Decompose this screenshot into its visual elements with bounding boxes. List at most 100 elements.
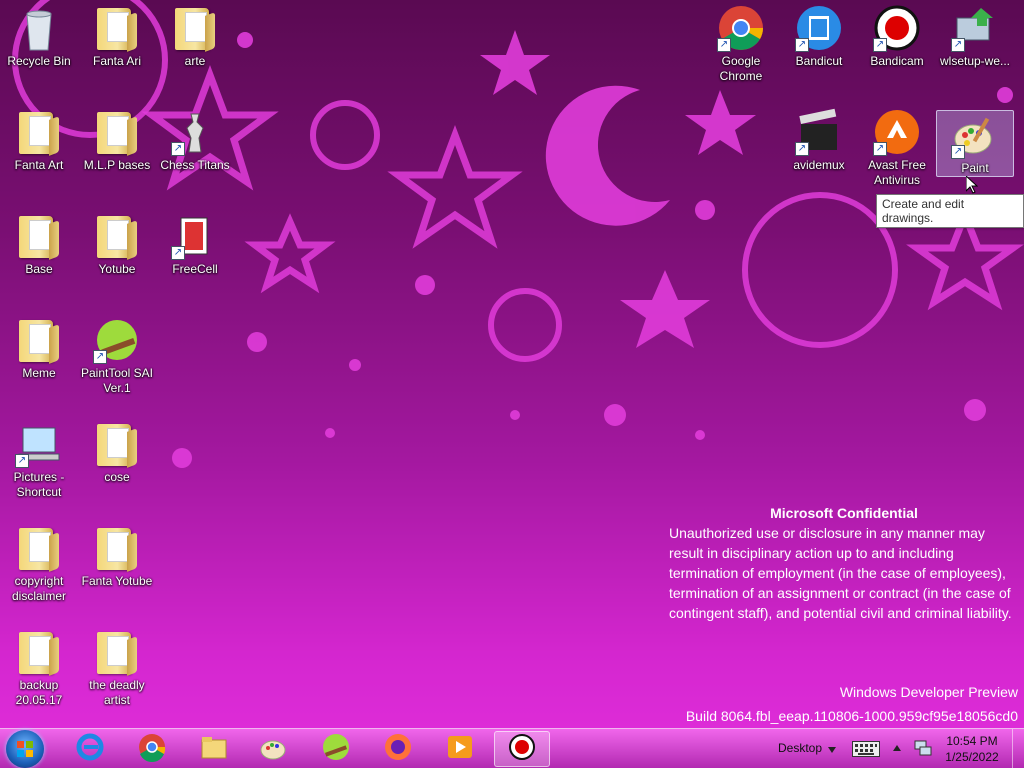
folder-icon — [93, 212, 141, 260]
desktop-icon-m-l-p-bases[interactable]: M.L.P bases — [78, 108, 156, 173]
desktop-icon-cose[interactable]: cose — [78, 420, 156, 485]
desktop-icon-yotube[interactable]: Yotube — [78, 212, 156, 277]
paint-palette-icon: ↗ — [951, 111, 999, 159]
taskbar-button-painttool-sai[interactable] — [308, 731, 364, 767]
desktop-toolbar-label[interactable]: Desktop — [778, 741, 822, 755]
desktop-icon-label: Meme — [22, 366, 56, 380]
shortcut-arrow-icon: ↗ — [873, 38, 887, 52]
painttool-sai-icon: ↗ — [93, 316, 141, 364]
mouse-cursor-icon — [966, 176, 978, 194]
folder-icon — [15, 108, 63, 156]
shortcut-arrow-icon: ↗ — [15, 454, 29, 468]
network-icon[interactable] — [914, 739, 932, 757]
confidential-body: Unauthorized use or disclosure in any ma… — [669, 525, 1012, 621]
desktop-icon-label: Fanta Ari — [92, 54, 142, 68]
desktop-icon-label: the deadly artist — [89, 678, 145, 707]
desktop-icon-freecell[interactable]: ↗ FreeCell — [156, 212, 234, 277]
chrome-icon: ↗ — [717, 4, 765, 52]
desktop-icon-label: avidemux — [793, 158, 845, 172]
desktop-icon-fanta-ari[interactable]: Fanta Ari — [78, 4, 156, 69]
folder-icon — [171, 4, 219, 52]
desktop-icon-paint[interactable]: ↗ Paint — [936, 110, 1014, 177]
desktop-icon-label: Pictures - Shortcut — [13, 470, 65, 499]
desktop-icon-backup-20-05-17[interactable]: backup 20.05.17 — [0, 628, 78, 708]
folder-icon — [93, 108, 141, 156]
desktop-icon-label: Chess Titans — [160, 158, 230, 172]
taskbar: Desktop 10:54 PM 1/25/2022 — [0, 728, 1024, 768]
windows-logo-icon — [17, 741, 33, 757]
clock-date: 1/25/2022 — [945, 750, 999, 764]
desktop-icon-label: Recycle Bin — [7, 54, 71, 68]
paint-palette-icon — [259, 732, 289, 766]
pictures-shortcut-icon: ↗ — [15, 420, 63, 468]
taskbar-button-media-player[interactable] — [432, 731, 488, 767]
desktop-icon-fanta-art[interactable]: Fanta Art — [0, 108, 78, 173]
desktop-icon-base[interactable]: Base — [0, 212, 78, 277]
desktop-icon-chess-titans[interactable]: ↗ Chess Titans — [156, 108, 234, 173]
shortcut-arrow-icon: ↗ — [951, 145, 965, 159]
chess-icon: ↗ — [171, 108, 219, 156]
shortcut-arrow-icon: ↗ — [873, 142, 887, 156]
desktop-icon-wlsetup-we[interactable]: ↗ wlsetup-we... — [936, 4, 1014, 69]
desktop-icon-google-chrome[interactable]: ↗ Google Chrome — [702, 4, 780, 84]
bandicam-icon: ↗ — [873, 4, 921, 52]
confidential-title: Microsoft Confidential — [770, 505, 918, 521]
shortcut-arrow-icon: ↗ — [171, 246, 185, 260]
desktop-icon-the-deadly-artist[interactable]: the deadly artist — [78, 628, 156, 708]
cards-icon: ↗ — [171, 212, 219, 260]
taskbar-button-firefox[interactable] — [370, 731, 426, 767]
start-button[interactable] — [6, 730, 44, 768]
desktop-icon-label: Google Chrome — [719, 54, 763, 83]
desktop-icon-label: copyright disclaimer — [11, 574, 66, 603]
shortcut-arrow-icon: ↗ — [795, 142, 809, 156]
desktop-icon-pictures-shortcut[interactable]: ↗ Pictures - Shortcut — [0, 420, 78, 500]
folder-icon — [93, 628, 141, 676]
chevron-down-icon[interactable] — [828, 747, 836, 753]
desktop-icon-arte[interactable]: arte — [156, 4, 234, 69]
taskbar-button-paint-palette[interactable] — [246, 731, 302, 767]
desktop-icon-label: Base — [25, 262, 53, 276]
chevron-up-icon[interactable] — [893, 745, 901, 751]
desktop-icon-fanta-yotube[interactable]: Fanta Yotube — [78, 524, 156, 589]
folder-icon — [93, 524, 141, 572]
desktop-icon-painttool-sai-ver-1[interactable]: ↗ PaintTool SAI Ver.1 — [78, 316, 156, 396]
desktop-icon-label: backup 20.05.17 — [15, 678, 63, 707]
desktop-icon-label: Paint — [961, 161, 989, 175]
desktop-icon-avidemux[interactable]: ↗ avidemux — [780, 108, 858, 173]
desktop-icon-meme[interactable]: Meme — [0, 316, 78, 381]
clock[interactable]: 10:54 PM 1/25/2022 — [940, 733, 1004, 765]
desktop-icon-bandicam[interactable]: ↗ Bandicam — [858, 4, 936, 69]
folder-icon — [15, 212, 63, 260]
desktop-icon-label: Avast Free Antivirus — [868, 158, 926, 187]
folder-icon — [93, 4, 141, 52]
media-player-icon — [445, 732, 475, 766]
shortcut-arrow-icon: ↗ — [795, 38, 809, 52]
desktop-icon-label: arte — [184, 54, 206, 68]
shortcut-arrow-icon: ↗ — [717, 38, 731, 52]
taskbar-button-bandicam[interactable] — [494, 731, 550, 767]
build-watermark-title: Windows Developer Preview — [839, 684, 1018, 700]
bandicut-icon: ↗ — [795, 4, 843, 52]
folder-icon — [93, 420, 141, 468]
desktop-icon-label: Fanta Art — [14, 158, 64, 172]
recycle-bin-icon — [15, 4, 63, 52]
internet-explorer-icon — [75, 732, 105, 766]
desktop-icon-label: Fanta Yotube — [81, 574, 153, 588]
firefox-icon — [383, 732, 413, 766]
show-desktop-button[interactable] — [1012, 729, 1024, 768]
desktop-icon-recycle-bin[interactable]: Recycle Bin — [0, 4, 78, 69]
desktop-icon-copyright-disclaimer[interactable]: copyright disclaimer — [0, 524, 78, 604]
desktop-icon-label: Bandicam — [870, 54, 924, 68]
taskbar-button-file-explorer[interactable] — [186, 731, 242, 767]
desktop-icon-label: Yotube — [98, 262, 136, 276]
desktop-icon-label: FreeCell — [172, 262, 218, 276]
paint-tooltip: Create and edit drawings. — [876, 194, 1024, 228]
desktop-icon-bandicut[interactable]: ↗ Bandicut — [780, 4, 858, 69]
desktop-icon-label: M.L.P bases — [83, 158, 151, 172]
desktop-icon-avast-free-antivirus[interactable]: ↗ Avast Free Antivirus — [858, 108, 936, 188]
taskbar-button-internet-explorer[interactable] — [62, 731, 118, 767]
taskbar-button-chrome[interactable] — [124, 731, 180, 767]
painttool-sai-icon — [321, 732, 351, 766]
folder-icon — [15, 316, 63, 364]
keyboard-icon[interactable] — [852, 741, 880, 757]
